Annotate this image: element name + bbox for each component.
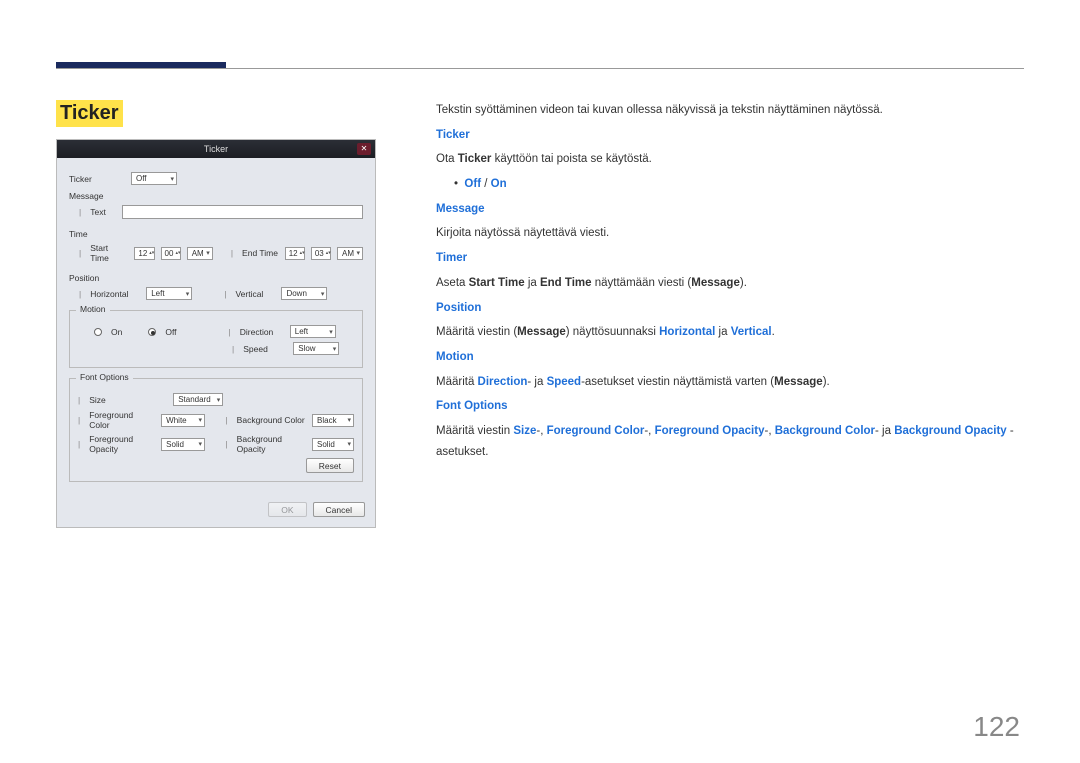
vertical-select[interactable]: Down (281, 287, 327, 300)
time-label: Time (69, 229, 125, 239)
font-group-label: Font Options (76, 372, 133, 382)
vertical-label: Vertical (235, 289, 275, 299)
end-time-label: End Time (242, 248, 279, 258)
fgcolor-select[interactable]: White (161, 414, 205, 427)
start-time-label: Start Time (90, 243, 128, 263)
motion-title: Motion (436, 351, 474, 363)
cancel-button[interactable]: Cancel (313, 502, 365, 517)
font-desc: Määritä viestin Size-, Foreground Color-… (436, 421, 1024, 462)
section-heading: Ticker (56, 100, 123, 127)
on-label: On (111, 327, 122, 337)
message-input[interactable] (122, 205, 363, 219)
fgcolor-label: Foreground Color (89, 410, 155, 430)
size-label: Size (89, 395, 167, 405)
end-hour[interactable]: 12 (285, 247, 305, 260)
bgopacity-select[interactable]: Solid (312, 438, 354, 451)
end-ampm[interactable]: AM (337, 247, 363, 260)
start-hour[interactable]: 12 (134, 247, 154, 260)
size-select[interactable]: Standard (173, 393, 223, 406)
direction-label: Direction (240, 327, 284, 337)
window-footer: OK Cancel (57, 496, 375, 527)
ticker-title: Ticker (436, 129, 470, 141)
time-section: Time |Start Time 12 00 AM |End Time 12 0… (69, 229, 363, 263)
motion-off-radio[interactable] (148, 328, 156, 336)
start-min[interactable]: 00 (161, 247, 181, 260)
end-min[interactable]: 03 (311, 247, 331, 260)
reset-button[interactable]: Reset (306, 458, 354, 473)
position-section: Position |Horizontal Left |Vertical Down (69, 273, 363, 300)
right-column: Tekstin syöttäminen videon tai kuvan oll… (436, 100, 1024, 528)
ticker-select[interactable]: Off (131, 172, 177, 185)
page-number: 122 (973, 711, 1020, 743)
left-column: Ticker Ticker ✕ Ticker Off Message |Text (56, 100, 376, 528)
message-label: Message (69, 191, 125, 201)
direction-select[interactable]: Left (290, 325, 336, 338)
font-title: Font Options (436, 400, 508, 412)
speed-select[interactable]: Slow (293, 342, 339, 355)
timer-title: Timer (436, 252, 467, 264)
motion-group-label: Motion (76, 304, 110, 314)
position-title: Position (436, 302, 481, 314)
intro-text: Tekstin syöttäminen videon tai kuvan oll… (436, 100, 1024, 121)
window-title: Ticker (204, 144, 228, 154)
speed-label: Speed (243, 344, 287, 354)
message-desc: Kirjoita näytössä näytettävä viesti. (436, 223, 1024, 244)
bgcolor-label: Background Color (237, 415, 306, 425)
horizontal-label: Horizontal (90, 289, 140, 299)
motion-on-radio[interactable] (94, 328, 102, 336)
horizontal-select[interactable]: Left (146, 287, 192, 300)
ticker-row: Ticker Off (69, 172, 363, 185)
motion-desc: Määritä Direction- ja Speed-asetukset vi… (436, 372, 1024, 393)
position-label: Position (69, 273, 125, 283)
ticker-label: Ticker (69, 174, 125, 184)
fgopacity-select[interactable]: Solid (161, 438, 205, 451)
ticker-desc: Ota Ticker käyttöön tai poista se käytös… (436, 149, 1024, 170)
position-desc: Määritä viestin (Message) näyttösuunnaks… (436, 322, 1024, 343)
content: Ticker Ticker ✕ Ticker Off Message |Text (56, 100, 1024, 528)
ok-button[interactable]: OK (268, 502, 306, 517)
bgcolor-select[interactable]: Black (312, 414, 354, 427)
fgopacity-label: Foreground Opacity (89, 434, 155, 454)
start-ampm[interactable]: AM (187, 247, 213, 260)
off-label: Off (165, 327, 176, 337)
window-titlebar: Ticker ✕ (57, 140, 375, 158)
window-body: Ticker Off Message |Text Time |Start Tim… (57, 158, 375, 496)
screenshot-panel: Ticker ✕ Ticker Off Message |Text Time (56, 139, 376, 528)
message-section: Message |Text (69, 191, 363, 219)
message-title: Message (436, 203, 485, 215)
header-rule (56, 68, 1024, 69)
motion-group: Motion On Off |Direction Left (69, 310, 363, 368)
bgopacity-label: Background Opacity (237, 434, 306, 454)
text-label: Text (90, 207, 116, 217)
timer-desc: Aseta Start Time ja End Time näyttämään … (436, 273, 1024, 294)
ticker-options: • Off / On (436, 174, 1024, 195)
close-icon[interactable]: ✕ (357, 143, 371, 155)
font-group: Font Options |Size Standard |Foreground … (69, 378, 363, 482)
